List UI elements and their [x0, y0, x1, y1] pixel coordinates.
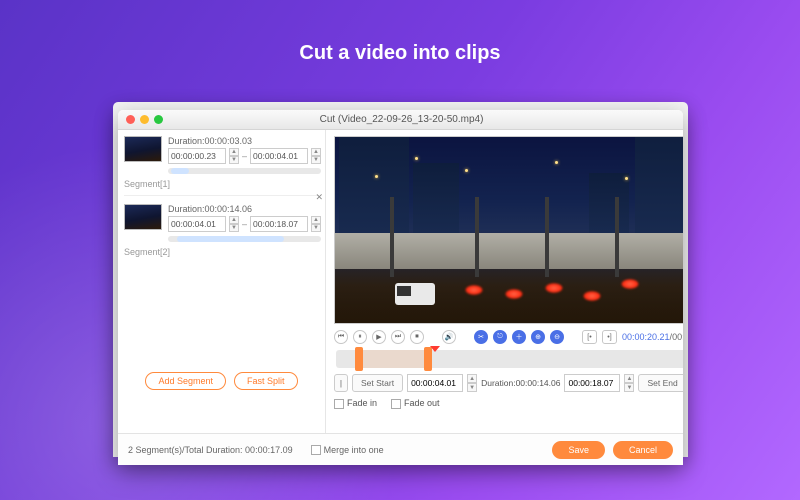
cut-window: Cut (Video_22-09-26_13-20-50.mp4) Durati…	[118, 110, 683, 465]
set-start-button[interactable]: Set Start	[352, 374, 403, 392]
split-button[interactable]: ⎋	[493, 330, 507, 344]
bracket-out-button[interactable]: •]	[602, 330, 617, 344]
segment-row[interactable]: Duration:00:00:14.06 00:00:04.01 ▲▼ – 00…	[124, 204, 319, 246]
segment-duration-label: Duration:00:00:14.06	[168, 204, 321, 214]
timeline[interactable]	[336, 350, 683, 368]
segment-name: Segment[1]	[124, 179, 319, 189]
segments-status: 2 Segment(s)/Total Duration: 00:00:17.09	[128, 445, 293, 455]
range-end-input[interactable]: 00:00:18.07	[564, 374, 620, 392]
segment-start-input[interactable]: 00:00:00.23	[168, 148, 226, 164]
segment-end-input[interactable]: 00:00:04.01	[250, 148, 308, 164]
set-end-button[interactable]: Set End	[638, 374, 683, 392]
playback-controls: ⏮ ⏸ ▶ ⏭ ⏹ 🔊 ✂ ⎋ ＋ ⊕ ⊖ [• •] 00:00:20.21/…	[334, 324, 683, 348]
segment-row[interactable]: Duration:00:00:03.03 00:00:00.23 ▲▼ – 00…	[124, 136, 319, 178]
timeline-handle-start[interactable]	[355, 347, 363, 371]
cancel-button[interactable]: Cancel	[613, 441, 673, 459]
segments-panel: Duration:00:00:03.03 00:00:00.23 ▲▼ – 00…	[118, 130, 326, 433]
range-dash: –	[242, 219, 247, 229]
segment-mini-slider[interactable]	[168, 168, 321, 174]
footer-bar: 2 Segment(s)/Total Duration: 00:00:17.09…	[118, 433, 683, 465]
merge-checkbox[interactable]: Merge into one	[311, 445, 384, 455]
go-start-button[interactable]: |	[334, 374, 348, 392]
video-preview[interactable]	[334, 136, 683, 324]
window-zoom-button[interactable]	[154, 115, 163, 124]
add-segment-button[interactable]: Add Segment	[145, 372, 226, 390]
range-start-stepper[interactable]: ▲▼	[467, 374, 477, 392]
fade-options: Fade in Fade out	[334, 392, 683, 409]
segment-mini-slider[interactable]	[168, 236, 321, 242]
next-frame-button[interactable]: ⏭	[391, 330, 405, 344]
preview-panel: ⏮ ⏸ ▶ ⏭ ⏹ 🔊 ✂ ⎋ ＋ ⊕ ⊖ [• •] 00:00:20.21/…	[326, 130, 683, 433]
window-title: Cut (Video_22-09-26_13-20-50.mp4)	[168, 114, 675, 125]
total-time: 00:01:18.21	[672, 332, 683, 342]
segment-start-stepper[interactable]: ▲▼	[229, 148, 239, 164]
play-pause-button[interactable]: ⏸	[353, 330, 367, 344]
fade-in-checkbox[interactable]: Fade in	[334, 398, 377, 409]
segment-end-input[interactable]: 00:00:18.07	[250, 216, 308, 232]
titlebar[interactable]: Cut (Video_22-09-26_13-20-50.mp4)	[118, 110, 683, 130]
segment-name: Segment[2]	[124, 247, 319, 257]
play-button[interactable]: ▶	[372, 330, 386, 344]
segment-thumbnail[interactable]	[124, 204, 162, 230]
segment-thumbnail[interactable]	[124, 136, 162, 162]
segment-end-stepper[interactable]: ▲▼	[311, 148, 321, 164]
zoom-in-button[interactable]: ⊕	[531, 330, 545, 344]
range-end-stepper[interactable]: ▲▼	[624, 374, 634, 392]
current-time: 00:00:20.21	[622, 332, 670, 342]
add-marker-button[interactable]: ＋	[512, 330, 526, 344]
save-button[interactable]: Save	[552, 441, 605, 459]
segment-end-stepper[interactable]: ▲▼	[311, 216, 321, 232]
segment-duration-label: Duration:00:00:03.03	[168, 136, 321, 146]
range-duration-label: Duration:00:00:14.06	[481, 378, 560, 388]
segment-start-stepper[interactable]: ▲▼	[229, 216, 239, 232]
cut-tool-button[interactable]: ✂	[474, 330, 488, 344]
timeline-selection[interactable]	[359, 350, 428, 368]
range-dash: –	[242, 151, 247, 161]
fast-split-button[interactable]: Fast Split	[234, 372, 298, 390]
range-start-input[interactable]: 00:00:04.01	[407, 374, 463, 392]
stop-button[interactable]: ⏹	[410, 330, 424, 344]
prev-frame-button[interactable]: ⏮	[334, 330, 348, 344]
bracket-in-button[interactable]: [•	[582, 330, 597, 344]
timeline-play-cursor[interactable]	[430, 346, 440, 352]
window-minimize-button[interactable]	[140, 115, 149, 124]
marketing-tagline: Cut a video into clips	[0, 42, 800, 65]
segment-start-input[interactable]: 00:00:04.01	[168, 216, 226, 232]
remove-segment-icon[interactable]: ✕	[315, 192, 323, 203]
window-close-button[interactable]	[126, 115, 135, 124]
volume-button[interactable]: 🔊	[442, 330, 456, 344]
zoom-out-button[interactable]: ⊖	[550, 330, 564, 344]
fade-out-checkbox[interactable]: Fade out	[391, 398, 440, 409]
time-readout: 00:00:20.21/00:01:18.21	[622, 332, 683, 342]
